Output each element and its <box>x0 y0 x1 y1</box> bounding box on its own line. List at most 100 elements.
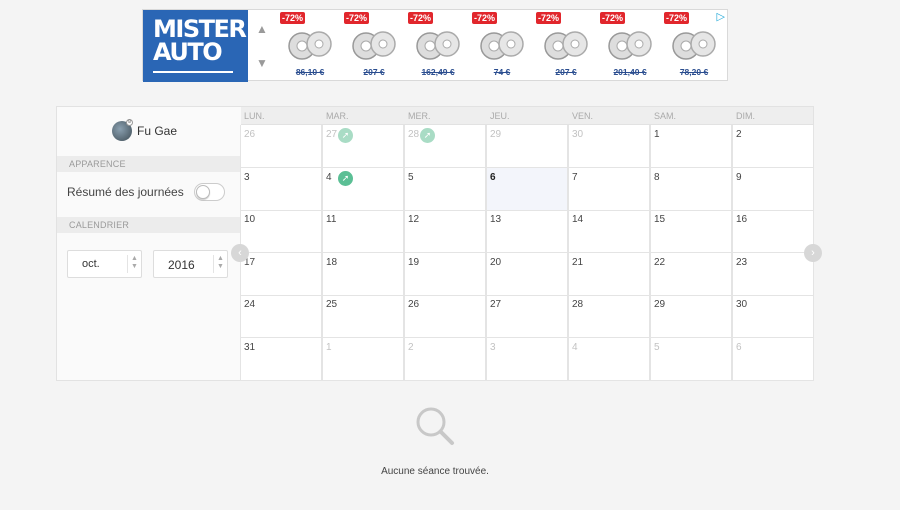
day-cell[interactable]: 15 <box>650 210 732 253</box>
day-number: 30 <box>736 299 748 310</box>
day-cell[interactable]: 12 <box>404 210 486 253</box>
day-cell[interactable]: 2 <box>732 125 814 168</box>
arrow-down-icon[interactable]: ▼ <box>256 56 268 70</box>
ad-product[interactable]: -72% 74 € <box>471 10 533 82</box>
day-cell[interactable]: 11 <box>322 210 404 253</box>
brake-part-icon <box>608 31 652 60</box>
brake-part-icon <box>352 31 396 60</box>
day-cell[interactable]: 5 <box>404 167 486 211</box>
day-cell[interactable]: 29 <box>650 295 732 338</box>
day-cell[interactable]: 24 <box>240 295 322 338</box>
calendar-grid: 26 27 ➚ 28 ➚ 29 30 1 2 3 4 ➚ 5 6 7 8 9 10 11 12 13 14 15 16 17 18… <box>240 125 814 381</box>
gear-icon[interactable]: ⚙ <box>126 119 133 126</box>
day-cell[interactable]: 1 <box>322 337 404 381</box>
day-number: 26 <box>408 299 420 310</box>
day-cell[interactable]: 26 <box>404 295 486 338</box>
username: Fu Gae <box>137 124 178 138</box>
day-cell[interactable]: 28 ➚ <box>404 125 486 168</box>
brake-part-icon <box>672 31 716 60</box>
next-month-button[interactable]: › <box>804 244 822 262</box>
section-appearance: APPARENCE <box>57 156 241 172</box>
day-cell[interactable]: 10 <box>240 210 322 253</box>
day-number: 21 <box>572 256 584 268</box>
product-price: 207 € <box>363 67 385 77</box>
day-number: 6 <box>490 171 496 183</box>
ad-choices-icon[interactable]: ▷ <box>717 10 725 23</box>
day-cell[interactable]: 30 <box>732 295 814 338</box>
ad-banner[interactable]: MISTER AUTO ▲ ▼ -72% 86,10 € -72% 207 € -72%… <box>142 9 728 82</box>
day-cell[interactable]: 3 <box>240 167 322 211</box>
weekday-label: JEU. <box>490 111 510 121</box>
day-number: 31 <box>244 341 256 353</box>
weekday-label: LUN. <box>244 111 265 121</box>
day-number: 23 <box>736 256 748 268</box>
day-cell[interactable]: 30 <box>568 125 650 168</box>
day-cell[interactable]: 22 <box>650 252 732 296</box>
month-select[interactable]: oct. ▲ ▼ <box>67 250 142 278</box>
day-cell[interactable]: 4 ➚ <box>322 167 404 211</box>
year-select[interactable]: 2016 ▲ ▼ <box>153 250 228 278</box>
day-cell[interactable]: 4 <box>568 337 650 381</box>
day-cell[interactable]: 1 <box>650 125 732 168</box>
day-number: 20 <box>490 256 502 268</box>
day-number: 24 <box>244 299 256 310</box>
day-number: 3 <box>244 171 250 183</box>
day-cell[interactable]: 14 <box>568 210 650 253</box>
day-cell[interactable]: 2 <box>404 337 486 381</box>
ad-product[interactable]: -72% 207 € <box>343 10 405 82</box>
day-cell[interactable]: 7 <box>568 167 650 211</box>
day-cell[interactable]: 29 <box>486 125 568 168</box>
day-cell[interactable]: 31 <box>240 337 322 381</box>
day-cell[interactable]: 21 <box>568 252 650 296</box>
day-cell[interactable]: 26 <box>240 125 322 168</box>
day-cell[interactable]: 6 <box>486 167 568 211</box>
day-number: 5 <box>654 341 660 353</box>
product-price: 86,10 € <box>295 67 325 77</box>
day-cell[interactable]: 25 <box>322 295 404 338</box>
day-cell[interactable]: 5 <box>650 337 732 381</box>
arrow-up-icon[interactable]: ▲ <box>256 22 268 36</box>
product-price: 162,49 € <box>421 67 455 77</box>
day-cell[interactable]: 9 <box>732 167 814 211</box>
event-marker-icon[interactable]: ➚ <box>338 170 353 186</box>
day-cell[interactable]: 3 <box>486 337 568 381</box>
day-number: 2 <box>736 129 742 140</box>
weekday-label: DIM. <box>736 111 755 121</box>
day-cell[interactable]: 6 <box>732 337 814 381</box>
prev-month-button[interactable]: ‹ <box>231 244 249 262</box>
summary-toggle-label: Résumé des journées <box>67 185 184 199</box>
discount-badge: -72% <box>600 12 626 24</box>
event-marker-icon[interactable]: ➚ <box>420 128 435 143</box>
day-cell[interactable]: 20 <box>486 252 568 296</box>
day-cell[interactable]: 23 <box>732 252 814 296</box>
day-number: 2 <box>408 341 414 353</box>
product-price: 78,20 € <box>679 67 709 77</box>
brake-part-icon <box>480 31 524 60</box>
day-cell[interactable]: 19 <box>404 252 486 296</box>
day-cell[interactable]: 28 <box>568 295 650 338</box>
day-cell[interactable]: 27 <box>486 295 568 338</box>
day-cell[interactable]: 18 <box>322 252 404 296</box>
day-number: 14 <box>572 214 584 225</box>
ad-product[interactable]: -72% 86,10 € <box>279 10 341 82</box>
brake-part-icon <box>544 31 588 60</box>
day-number: 5 <box>408 171 414 183</box>
product-price: 74 € <box>493 67 511 77</box>
event-marker-icon[interactable]: ➚ <box>338 128 353 143</box>
day-number: 22 <box>654 256 666 268</box>
ad-product[interactable]: -72% 162,49 € <box>407 10 469 82</box>
product-price: 207 € <box>555 67 577 77</box>
day-number: 28 <box>572 299 584 310</box>
day-cell[interactable]: 16 <box>732 210 814 253</box>
day-cell[interactable]: 13 <box>486 210 568 253</box>
ad-product[interactable]: -72% 201,40 € <box>599 10 661 82</box>
day-cell[interactable]: 8 <box>650 167 732 211</box>
discount-badge: -72% <box>408 12 434 24</box>
day-cell[interactable]: 17 <box>240 252 322 296</box>
mister-auto-logo[interactable]: MISTER AUTO <box>143 10 248 82</box>
section-calendar: CALENDRIER <box>57 217 241 233</box>
ad-product[interactable]: -72% 207 € <box>535 10 597 82</box>
day-cell[interactable]: 27 ➚ <box>322 125 404 168</box>
summary-toggle[interactable] <box>194 183 225 201</box>
month-value: oct. <box>82 258 100 270</box>
